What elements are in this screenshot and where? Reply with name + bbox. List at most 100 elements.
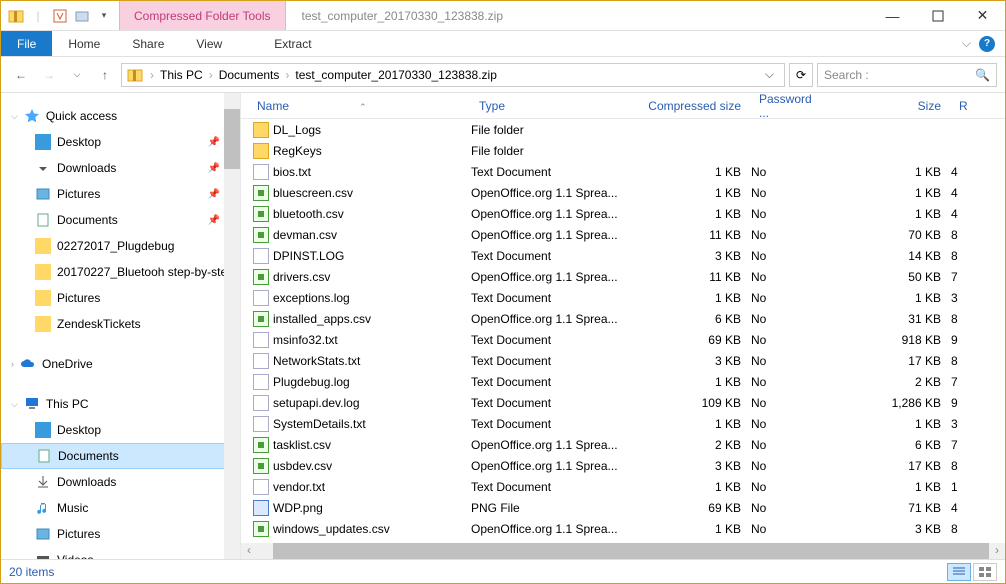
tab-file[interactable]: File (1, 31, 52, 56)
maximize-button[interactable] (915, 1, 960, 30)
details-view-button[interactable] (947, 563, 971, 581)
nav-scrollbar[interactable] (224, 93, 240, 559)
column-header-name[interactable]: Name⌃ (249, 99, 471, 113)
file-row[interactable]: SystemDetails.txtText Document1 KBNo1 KB… (241, 413, 1005, 434)
navigation-pane[interactable]: ⌵ Quick access Desktop📌 Downloads📌 Pictu… (1, 93, 241, 559)
file-row[interactable]: Plugdebug.logText Document1 KBNo2 KB7 (241, 371, 1005, 392)
nav-documents[interactable]: Documents📌 (1, 207, 240, 233)
file-row[interactable]: devman.csvOpenOffice.org 1.1 Sprea...11 … (241, 224, 1005, 245)
nav-pictures3[interactable]: Pictures (1, 521, 240, 547)
chevron-right-icon[interactable]: › (146, 68, 158, 82)
nav-folder-pictures2[interactable]: Pictures (1, 285, 240, 311)
breadcrumb-segment[interactable]: test_computer_20170330_123838.zip (295, 68, 497, 82)
ribbon-chevron-icon[interactable]: ⌵ (962, 36, 971, 51)
file-type: Text Document (471, 417, 621, 431)
nav-music[interactable]: Music (1, 495, 240, 521)
file-row[interactable]: usbdev.csvOpenOffice.org 1.1 Sprea...3 K… (241, 455, 1005, 476)
status-bar: 20 items (1, 559, 1005, 583)
chevron-down-icon[interactable]: ⌵ (11, 111, 18, 122)
file-row[interactable]: tasklist.csvOpenOffice.org 1.1 Sprea...2… (241, 434, 1005, 455)
file-list[interactable]: DL_LogsFile folderRegKeysFile folderbios… (241, 119, 1005, 543)
chevron-down-icon[interactable]: ⌵ (11, 399, 18, 410)
file-compressed-size: 2 KB (621, 438, 751, 452)
qat-customize-icon[interactable]: ▾ (95, 7, 113, 25)
nav-label: This PC (46, 397, 89, 411)
nav-quick-access[interactable]: ⌵ Quick access (1, 103, 240, 129)
breadcrumb-dropdown-icon[interactable]: ⌵ (759, 67, 780, 82)
nav-desktop[interactable]: Desktop📌 (1, 129, 240, 155)
file-row[interactable]: DL_LogsFile folder (241, 119, 1005, 140)
tab-extract[interactable]: Extract (238, 31, 347, 56)
contextual-tab-compressed[interactable]: Compressed Folder Tools (119, 1, 286, 30)
file-row[interactable]: windows_updates.csvOpenOffice.org 1.1 Sp… (241, 518, 1005, 539)
file-name: installed_apps.csv (273, 312, 371, 326)
column-header-ratio[interactable]: R (951, 99, 971, 113)
nav-desktop2[interactable]: Desktop (1, 417, 240, 443)
quick-access-toolbar: | ▾ (1, 1, 119, 30)
column-header-compressed-size[interactable]: Compressed size (621, 99, 751, 113)
file-row[interactable]: WDP.pngPNG File69 KBNo71 KB4 (241, 497, 1005, 518)
breadcrumb-segment[interactable]: Documents (219, 68, 280, 82)
nav-videos[interactable]: Videos (1, 547, 240, 559)
help-icon[interactable]: ? (979, 36, 995, 52)
pictures-icon (35, 186, 51, 202)
nav-pictures[interactable]: Pictures📌 (1, 181, 240, 207)
thumbnails-view-button[interactable] (973, 563, 997, 581)
properties-icon[interactable] (51, 7, 69, 25)
scroll-right-icon[interactable]: › (989, 543, 1005, 559)
file-row[interactable]: setupapi.dev.logText Document109 KBNo1,2… (241, 392, 1005, 413)
file-row[interactable]: bluescreen.csvOpenOffice.org 1.1 Sprea..… (241, 182, 1005, 203)
file-row[interactable]: DPINST.LOGText Document3 KBNo14 KB8 (241, 245, 1005, 266)
up-button[interactable]: ↑ (93, 63, 117, 87)
nav-folder-bluetooth[interactable]: 20170227_Bluetooh step-by-step (1, 259, 240, 285)
file-row[interactable]: installed_apps.csvOpenOffice.org 1.1 Spr… (241, 308, 1005, 329)
file-type: Text Document (471, 354, 621, 368)
recent-locations-icon[interactable]: ⌵ (65, 63, 89, 87)
horizontal-scrollbar[interactable]: ‹ › (241, 543, 1005, 559)
nav-label: Videos (57, 553, 93, 559)
file-row[interactable]: bluetooth.csvOpenOffice.org 1.1 Sprea...… (241, 203, 1005, 224)
file-row[interactable]: RegKeysFile folder (241, 140, 1005, 161)
nav-folder-zendesk[interactable]: ZendeskTickets (1, 311, 240, 337)
chevron-right-icon[interactable]: › (11, 359, 14, 369)
minimize-button[interactable]: — (870, 1, 915, 30)
breadcrumb[interactable]: › This PC › Documents › test_computer_20… (121, 63, 785, 87)
nav-this-pc[interactable]: ⌵ This PC (1, 391, 240, 417)
nav-downloads[interactable]: Downloads📌 (1, 155, 240, 181)
tab-home[interactable]: Home (52, 31, 116, 56)
file-row[interactable]: drivers.csvOpenOffice.org 1.1 Sprea...11… (241, 266, 1005, 287)
chevron-right-icon[interactable]: › (281, 68, 293, 82)
scrollbar-thumb[interactable] (224, 109, 240, 169)
nav-downloads2[interactable]: Downloads (1, 469, 240, 495)
nav-folder-plugdebug[interactable]: 02272017_Plugdebug (1, 233, 240, 259)
file-name: tasklist.csv (273, 438, 331, 452)
column-header-type[interactable]: Type (471, 99, 621, 113)
nav-label: Pictures (57, 527, 100, 541)
back-button[interactable]: ← (9, 63, 33, 87)
nav-onedrive[interactable]: ›OneDrive (1, 351, 240, 377)
file-row[interactable]: bios.txtText Document1 KBNo1 KB4 (241, 161, 1005, 182)
search-input[interactable]: Search : 🔍 (817, 63, 997, 87)
refresh-button[interactable]: ⟳ (789, 63, 813, 87)
file-row[interactable]: NetworkStats.txtText Document3 KBNo17 KB… (241, 350, 1005, 371)
scrollbar-thumb[interactable] (273, 543, 989, 559)
nav-label: Documents (57, 213, 118, 227)
breadcrumb-segment[interactable]: This PC (160, 68, 203, 82)
file-row[interactable]: msinfo32.txtText Document69 KBNo918 KB9 (241, 329, 1005, 350)
forward-button[interactable]: → (37, 63, 61, 87)
file-row[interactable]: exceptions.logText Document1 KBNo1 KB3 (241, 287, 1005, 308)
file-size: 1 KB (831, 417, 951, 431)
chevron-right-icon[interactable]: › (205, 68, 217, 82)
file-size: 50 KB (831, 270, 951, 284)
file-type: OpenOffice.org 1.1 Sprea... (471, 459, 621, 473)
file-compressed-size: 3 KB (621, 459, 751, 473)
close-button[interactable]: ✕ (960, 1, 1005, 30)
tab-share[interactable]: Share (116, 31, 180, 56)
scroll-left-icon[interactable]: ‹ (241, 543, 257, 559)
new-folder-icon[interactable] (73, 7, 91, 25)
file-row[interactable]: vendor.txtText Document1 KBNo1 KB1 (241, 476, 1005, 497)
column-header-password[interactable]: Password ... (751, 93, 831, 120)
tab-view[interactable]: View (180, 31, 238, 56)
nav-documents2[interactable]: Documents (1, 443, 240, 469)
column-header-size[interactable]: Size (831, 99, 951, 113)
